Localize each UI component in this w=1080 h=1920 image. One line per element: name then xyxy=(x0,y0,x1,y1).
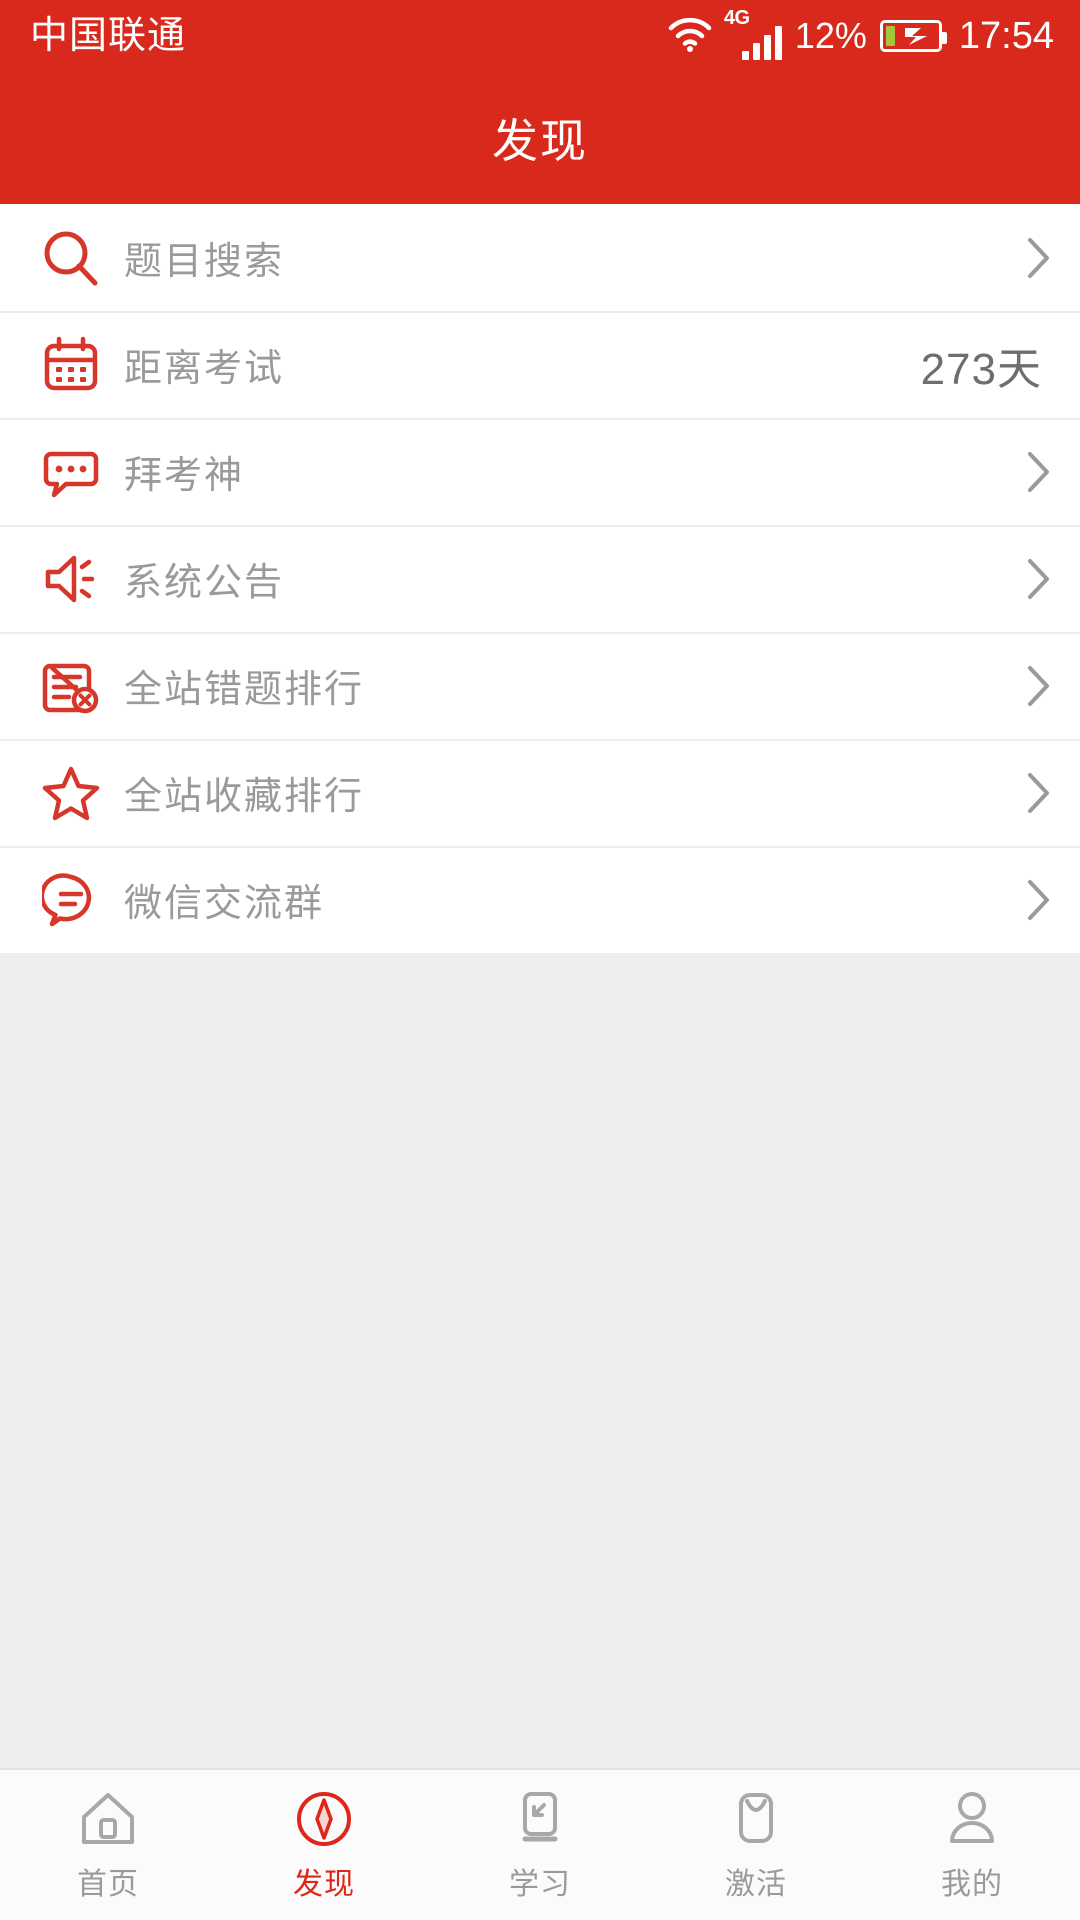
chevron-right-icon xyxy=(1002,557,1052,601)
home-icon xyxy=(78,1788,138,1850)
tab-label: 我的 xyxy=(941,1867,1003,1901)
carrier-name: 中国联通 xyxy=(30,15,187,57)
bottom-navigation: 首页 发现 学习 激活 我的 xyxy=(0,1768,1080,1920)
list-item-label: 题目搜索 xyxy=(124,241,285,283)
chevron-right-icon xyxy=(1002,664,1052,708)
app-screen: 中国联通 4G 12% 17:54 发现 题目搜索 距离考试 273天 拜考神 … xyxy=(0,0,1080,1920)
title-bar: 发现 xyxy=(0,72,1080,204)
battery-charging-icon xyxy=(879,20,947,52)
chevron-right-icon xyxy=(1002,771,1052,815)
tab-home[interactable]: 首页 xyxy=(0,1770,216,1920)
empty-content-area xyxy=(0,953,1080,1768)
list-item-wrong-question-ranking[interactable]: 全站错题排行 xyxy=(0,632,1080,739)
signal-icon: 4G xyxy=(724,8,782,60)
chevron-right-icon xyxy=(1002,450,1052,494)
status-indicators: 4G 12% 17:54 xyxy=(667,8,1054,60)
list-item-favorite-ranking[interactable]: 全站收藏排行 xyxy=(0,739,1080,846)
list-item-label: 距离考试 xyxy=(124,348,285,390)
tab-label: 激活 xyxy=(725,1867,787,1901)
list-item-label: 系统公告 xyxy=(124,562,285,604)
list-item-label: 拜考神 xyxy=(124,455,245,497)
signal-bars xyxy=(741,26,782,60)
compass-icon xyxy=(294,1788,354,1850)
wifi-icon xyxy=(667,16,713,57)
network-type-label: 4G xyxy=(723,7,750,29)
list-item-announcement[interactable]: 系统公告 xyxy=(0,525,1080,632)
list-item-label: 微信交流群 xyxy=(124,883,325,925)
chevron-right-icon xyxy=(1002,878,1052,922)
list-item-search[interactable]: 题目搜索 xyxy=(0,204,1080,311)
tab-label: 发现 xyxy=(293,1867,355,1901)
discover-list: 题目搜索 距离考试 273天 拜考神 系统公告 全站错题排行 全站收藏排行 微信… xyxy=(0,204,1080,953)
person-icon xyxy=(942,1788,1002,1850)
tab-label: 首页 xyxy=(77,1867,139,1901)
list-item-exam-countdown[interactable]: 距离考试 273天 xyxy=(0,311,1080,418)
status-clock: 17:54 xyxy=(958,15,1054,57)
search-icon xyxy=(32,227,110,289)
megaphone-icon xyxy=(32,550,110,608)
tab-mine[interactable]: 我的 xyxy=(864,1770,1080,1920)
page-title: 发现 xyxy=(492,115,588,167)
star-icon xyxy=(32,763,110,823)
document-error-icon xyxy=(32,657,110,715)
wechat-bubble-icon xyxy=(32,871,110,929)
list-item-wechat-group[interactable]: 微信交流群 xyxy=(0,846,1080,953)
battery-percent: 12% xyxy=(794,15,867,56)
tab-activate[interactable]: 激活 xyxy=(648,1770,864,1920)
exam-countdown-value: 273天 xyxy=(920,344,1042,394)
calendar-icon xyxy=(32,336,110,394)
tab-discover[interactable]: 发现 xyxy=(216,1770,432,1920)
status-bar: 中国联通 4G 12% 17:54 xyxy=(0,0,1080,72)
activate-icon xyxy=(726,1788,786,1850)
chat-dots-icon xyxy=(32,443,110,501)
app-header: 中国联通 4G 12% 17:54 发现 xyxy=(0,0,1080,204)
tab-study[interactable]: 学习 xyxy=(432,1770,648,1920)
study-icon xyxy=(510,1788,570,1850)
list-item-label: 全站错题排行 xyxy=(124,669,365,711)
chevron-right-icon xyxy=(1002,236,1052,280)
list-item-pray[interactable]: 拜考神 xyxy=(0,418,1080,525)
list-item-label: 全站收藏排行 xyxy=(124,776,365,818)
tab-label: 学习 xyxy=(509,1867,571,1901)
